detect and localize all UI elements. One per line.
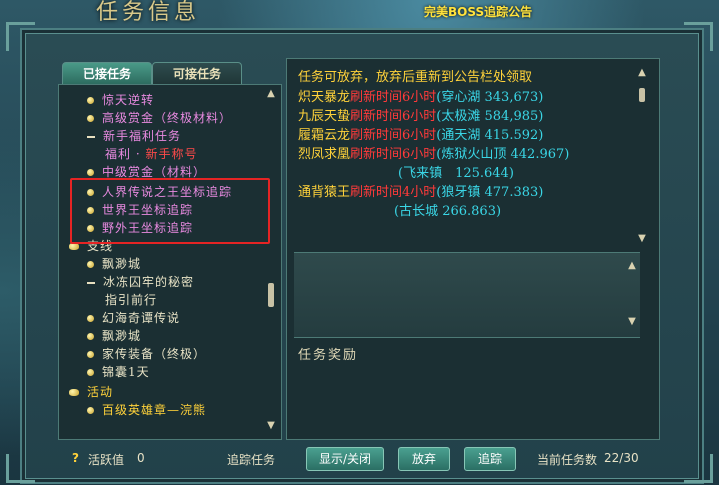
quest-category[interactable]: 活动 bbox=[69, 383, 113, 401]
quest-item-label: 百级英雄章—浣熊 bbox=[102, 403, 207, 417]
boss-location: (飞来镇 125.644) bbox=[398, 166, 514, 181]
scroll-up-icon[interactable]: ▲ bbox=[626, 261, 638, 271]
tab-available-quests[interactable]: 可接任务 bbox=[152, 62, 242, 86]
scroll-down-icon[interactable]: ▼ bbox=[626, 317, 638, 327]
boss-name: 通背猿王 bbox=[298, 185, 351, 200]
quest-item[interactable]: 飘渺城 bbox=[87, 327, 141, 345]
bullet-icon bbox=[87, 169, 94, 176]
boss-name: 烈凤求凰 bbox=[298, 147, 351, 162]
quest-item-label: 惊天逆转 bbox=[102, 93, 155, 107]
quest-item-sublabel: 新手称号 bbox=[145, 147, 198, 161]
quest-item[interactable]: 飘渺城 bbox=[87, 255, 141, 273]
quest-count-value: 22/30 bbox=[604, 451, 639, 465]
quest-item[interactable]: 百级英雄章—浣熊 bbox=[87, 401, 206, 419]
boss-tracking-banner[interactable]: 完美BOSS追踪公告 bbox=[424, 3, 532, 20]
activity-label: 活跃值 bbox=[88, 453, 125, 467]
highlight-box bbox=[70, 178, 270, 244]
boss-name: 履霜云龙 bbox=[298, 128, 351, 143]
boss-location: (通天湖 415.592) bbox=[436, 128, 544, 143]
boss-entry: 通背猿王刷新时间4小时(狼牙镇 477.383) bbox=[298, 183, 543, 202]
quest-tree-scrollbar[interactable]: ▲ ▼ bbox=[265, 87, 277, 433]
quest-item-label: 指引前行 bbox=[105, 293, 158, 307]
scroll-up-icon[interactable]: ▲ bbox=[636, 68, 648, 78]
boss-entry: 九辰天蛰刷新时间6小时(太极滩 584,985) bbox=[298, 107, 543, 126]
bullet-icon bbox=[69, 389, 79, 396]
boss-location: (古长城 266.863) bbox=[394, 204, 502, 219]
bullet-icon bbox=[87, 115, 94, 122]
bullet-icon bbox=[87, 407, 94, 414]
quest-item[interactable]: 新手福利任务 bbox=[87, 127, 181, 145]
refresh-time: 刷新时间6小时 bbox=[350, 128, 437, 143]
quest-item[interactable]: 家传装备（终极） bbox=[87, 345, 206, 363]
boss-location: (穿心湖 343,673) bbox=[436, 90, 544, 105]
refresh-time: 刷新时间4小时 bbox=[350, 185, 437, 200]
activity-value: 0 bbox=[137, 451, 145, 465]
collapse-icon bbox=[87, 281, 95, 284]
boss-location: (炼狱火山顶 442.967) bbox=[436, 147, 570, 162]
help-icon[interactable]: ? bbox=[72, 451, 79, 465]
frame-corner-ornament bbox=[684, 22, 713, 51]
quest-item-label: 中级赏金（材料） bbox=[102, 165, 207, 179]
frame-corner-ornament bbox=[6, 454, 35, 483]
quest-item-label: 冰冻囚牢的秘密 bbox=[103, 275, 195, 289]
quest-item[interactable]: 锦囊1天 bbox=[87, 363, 150, 381]
scroll-down-icon[interactable]: ▼ bbox=[636, 234, 648, 244]
boss-name: 炽天暴龙 bbox=[298, 90, 351, 105]
quest-item-label: 新手福利任务 bbox=[103, 129, 182, 143]
detail-header-text: 任务可放弃，放弃后重新到公告栏处领取 bbox=[298, 70, 533, 85]
quest-item-label: 飘渺城 bbox=[102, 257, 142, 271]
track-button[interactable]: 追踪 bbox=[464, 447, 516, 471]
detail-header: 任务可放弃，放弃后重新到公告栏处领取 bbox=[298, 68, 532, 87]
boss-entry: 履霜云龙刷新时间6小时(通天湖 415.592) bbox=[298, 126, 543, 145]
top-bar: 任务信息 完美BOSS追踪公告 bbox=[0, 0, 719, 26]
window-title: 任务信息 bbox=[96, 0, 201, 25]
quest-count-label: 当前任务数 bbox=[537, 453, 598, 467]
frame-corner-ornament bbox=[684, 454, 713, 483]
bullet-icon bbox=[87, 97, 94, 104]
boss-location: (太极滩 584,985) bbox=[436, 109, 544, 124]
quest-item-label: 飘渺城 bbox=[102, 329, 142, 343]
bullet-icon bbox=[87, 333, 94, 340]
boss-location: (狼牙镇 477.383) bbox=[436, 185, 544, 200]
boss-entry: (飞来镇 125.644) bbox=[398, 164, 514, 183]
scroll-thumb[interactable] bbox=[268, 283, 274, 307]
boss-entry: 烈凤求凰刷新时间6小时(炼狱火山顶 442.967) bbox=[298, 145, 569, 164]
abandon-button[interactable]: 放弃 bbox=[398, 447, 450, 471]
quest-item[interactable]: 福利 · 新手称号 bbox=[105, 145, 197, 163]
quest-item[interactable]: 指引前行 bbox=[105, 291, 157, 309]
detail-scrollbar[interactable]: ▲ ▼ bbox=[636, 68, 648, 244]
bullet-icon bbox=[69, 243, 79, 250]
bullet-icon bbox=[87, 315, 94, 322]
quest-item-label: 锦囊1天 bbox=[102, 365, 150, 379]
collapse-icon bbox=[87, 135, 95, 138]
boss-name: 九辰天蛰 bbox=[298, 109, 351, 124]
frame-corner-ornament bbox=[6, 22, 35, 51]
scroll-thumb[interactable] bbox=[639, 88, 645, 102]
boss-entry: (古长城 266.863) bbox=[394, 202, 501, 221]
scroll-up-icon[interactable]: ▲ bbox=[265, 89, 277, 99]
quest-item[interactable]: 幻海奇谭传说 bbox=[87, 309, 180, 327]
quest-item[interactable]: 冰冻囚牢的秘密 bbox=[87, 273, 194, 291]
quest-item-label: 幻海奇谭传说 bbox=[102, 311, 181, 325]
quest-item-label: 高级赏金（终极材料） bbox=[102, 111, 233, 125]
refresh-time: 刷新时间6小时 bbox=[350, 109, 437, 124]
toggle-display-button[interactable]: 显示/关闭 bbox=[306, 447, 384, 471]
reward-label: 任务奖励 bbox=[298, 348, 359, 363]
boss-entry: 炽天暴龙刷新时间6小时(穿心湖 343,673) bbox=[298, 88, 543, 107]
track-quest-label: 追踪任务 bbox=[227, 453, 276, 467]
bullet-icon bbox=[87, 261, 94, 268]
scroll-down-icon[interactable]: ▼ bbox=[265, 421, 277, 431]
quest-item-label: 福利 · bbox=[105, 147, 146, 161]
refresh-time: 刷新时间6小时 bbox=[350, 147, 437, 162]
quest-item-label: 活动 bbox=[87, 385, 114, 399]
quest-tree-panel: 惊天逆转 高级赏金（终极材料） 新手福利任务 福利 · 新手称号 中级赏金（材料） 人界传… bbox=[58, 84, 282, 440]
quest-item-label: 家传装备（终极） bbox=[102, 347, 207, 361]
bullet-icon bbox=[87, 351, 94, 358]
quest-item[interactable]: 惊天逆转 bbox=[87, 91, 154, 109]
quest-item[interactable]: 高级赏金（终极材料） bbox=[87, 109, 232, 127]
refresh-time: 刷新时间6小时 bbox=[350, 90, 437, 105]
tab-accepted-quests[interactable]: 已接任务 bbox=[62, 62, 152, 86]
bullet-icon bbox=[87, 369, 94, 376]
detail-divider: ▲ ▼ bbox=[294, 252, 640, 338]
